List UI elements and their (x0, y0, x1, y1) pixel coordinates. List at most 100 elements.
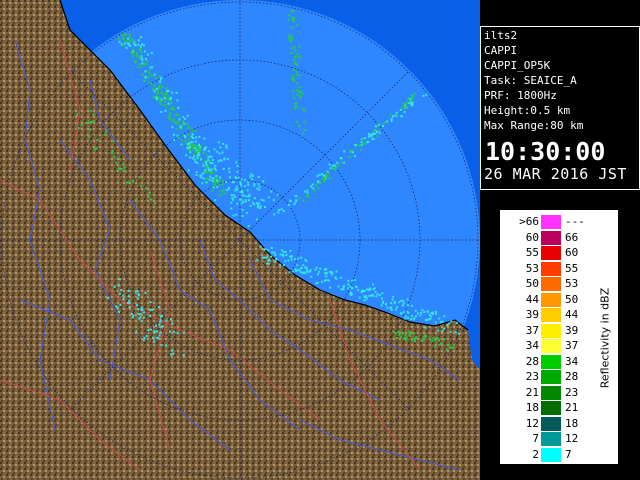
echo-pixel (296, 53, 299, 56)
echo-pixel (168, 330, 171, 333)
echo-pixel (214, 164, 217, 167)
echo-pixel (415, 315, 417, 318)
legend-color-swatch (541, 246, 561, 260)
echo-pixel (149, 328, 152, 331)
echo-pixel (429, 317, 432, 320)
echo-pixel (111, 150, 114, 153)
echo-pixel (118, 278, 121, 281)
echo-pixel (88, 135, 91, 138)
echo-pixel (439, 321, 442, 324)
echo-pixel (172, 108, 175, 111)
echo-pixel (216, 186, 219, 189)
legend-lower-bound: 2 (532, 447, 539, 461)
echo-pixel (170, 102, 173, 105)
radar-screen: ilts2 CAPPI CAPPI_OP5K Task: SEAICE_A PR… (0, 0, 640, 480)
echo-pixel (250, 173, 253, 176)
legend-color-swatch (541, 261, 561, 276)
echo-pixel (158, 100, 161, 103)
echo-pixel (224, 192, 227, 195)
echo-pixel (153, 73, 156, 76)
echo-pixel (446, 324, 449, 326)
echo-pixel (128, 299, 131, 302)
echo-pixel (122, 298, 125, 300)
echo-pixel (190, 130, 193, 133)
echo-pixel (214, 184, 217, 186)
echo-pixel (289, 250, 292, 252)
echo-pixel (206, 154, 209, 157)
echo-pixel (410, 103, 413, 106)
echo-pixel (202, 172, 205, 175)
echo-pixel (213, 167, 216, 170)
echo-pixel (232, 214, 235, 217)
echo-pixel (438, 339, 441, 342)
echo-pixel (189, 149, 191, 151)
echo-pixel (186, 127, 189, 130)
echo-pixel (230, 194, 233, 197)
legend-lower-bound: 21 (525, 385, 539, 399)
echo-pixel (370, 134, 373, 137)
echo-pixel (357, 289, 360, 292)
echo-pixel (386, 120, 389, 123)
legend-rows: >66 --- 60 66 55 60 53 55 50 53 44 50 39 44 37 39 34 37 28… (501, 214, 591, 462)
legend-row: 50 53 (501, 276, 591, 292)
echo-pixel (317, 273, 319, 276)
echo-pixel (147, 53, 150, 56)
echo-pixel (414, 340, 417, 343)
echo-pixel (363, 290, 366, 292)
echo-pixel (302, 264, 305, 267)
echo-pixel (410, 99, 413, 102)
echo-pixel (423, 311, 426, 313)
echo-pixel (299, 94, 302, 97)
echo-pixel (115, 305, 118, 308)
echo-pixel (392, 330, 395, 333)
echo-pixel (408, 335, 411, 337)
echo-pixel (176, 123, 179, 126)
echo-pixel (251, 178, 253, 181)
echo-pixel (302, 132, 305, 135)
echo-pixel (122, 163, 125, 166)
echo-pixel (176, 128, 179, 131)
legend-upper-bound: 34 (565, 354, 579, 368)
echo-pixel (268, 259, 271, 262)
echo-pixel (443, 315, 446, 318)
echo-pixel (267, 249, 270, 252)
height-value: Height:0.5 km (484, 104, 571, 117)
echo-pixel (171, 322, 174, 325)
echo-pixel (120, 288, 123, 291)
echo-pixel (225, 181, 228, 184)
echo-pixel (298, 197, 301, 200)
echo-pixel (297, 257, 300, 260)
echo-pixel (209, 172, 212, 175)
echo-pixel (324, 272, 327, 275)
echo-pixel (406, 100, 409, 103)
echo-pixel (163, 104, 166, 106)
echo-pixel (343, 150, 346, 153)
echo-pixel (150, 82, 153, 85)
echo-pixel (355, 286, 358, 289)
echo-pixel (200, 176, 203, 179)
echo-pixel (401, 115, 403, 118)
echo-pixel (449, 346, 452, 349)
echo-pixel (292, 10, 295, 12)
echo-pixel (409, 318, 412, 321)
echo-pixel (151, 308, 154, 311)
echo-pixel (246, 189, 249, 192)
echo-pixel (438, 317, 441, 320)
echo-pixel (290, 26, 293, 29)
echo-pixel (186, 123, 189, 125)
echo-pixel (288, 14, 290, 17)
echo-pixel (148, 82, 151, 85)
echo-pixel (443, 338, 446, 341)
echo-pixel (225, 189, 228, 192)
echo-pixel (298, 91, 301, 93)
echo-pixel (228, 186, 231, 189)
echo-pixel (218, 152, 221, 155)
echo-pixel (407, 312, 410, 314)
echo-pixel (149, 314, 152, 317)
echo-pixel (441, 330, 444, 333)
echo-pixel (141, 62, 144, 65)
echo-pixel (182, 116, 185, 119)
echo-pixel (147, 329, 150, 332)
echo-pixel (288, 271, 291, 274)
echo-pixel (247, 181, 249, 184)
